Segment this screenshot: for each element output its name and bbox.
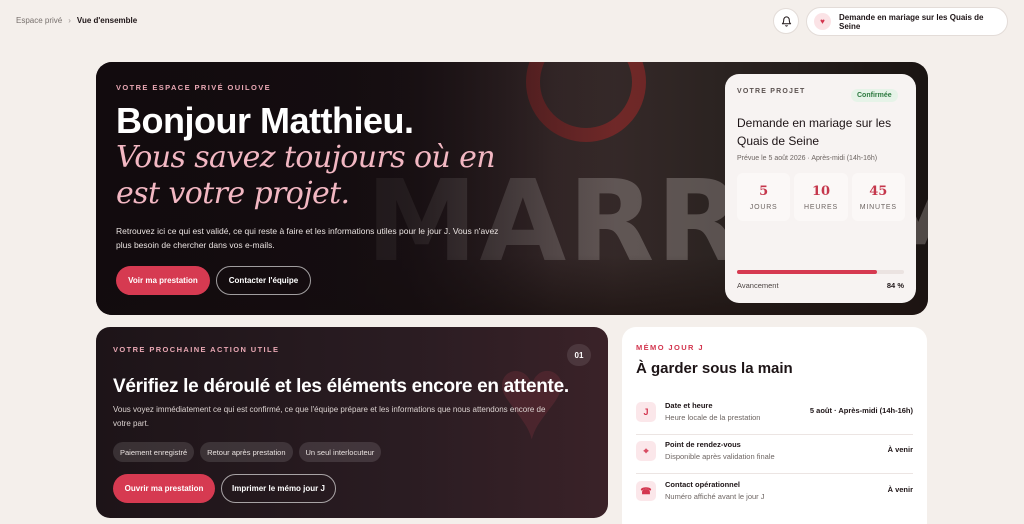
next-action-card: ♥ VOTRE PROCHAINE ACTION UTILE 01 Vérifi… [96,327,608,518]
memo-row-value: À venir [887,445,913,454]
top-bar: Espace privé › Vue d'ensemble ♥ Demande … [0,0,1024,42]
memo-row-sub: Heure locale de la prestation [665,413,761,422]
hero-title: Bonjour Matthieu. [116,100,414,141]
memo-row-contact: ☎ Contact opérationnel Numéro affiché av… [636,478,913,514]
countdown-days-label: JOURS [749,203,778,211]
memo-row-value: À venir [887,485,913,494]
project-card-eyebrow: VOTRE PROJET [737,88,806,95]
project-selector[interactable]: ♥ Demande en mariage sur les Quais de Se… [806,7,1008,36]
notifications-button[interactable] [773,8,799,34]
project-selector-label: Demande en mariage sur les Quais de Sein… [839,12,984,31]
phone-icon: ☎ [636,481,656,501]
countdown-days: 5 JOURS [737,173,791,221]
chip-contact: Un seul interlocuteur [298,442,382,462]
bell-icon [781,15,791,27]
chip-payment: Paiement enregistré [113,442,195,462]
hero-subtitle: Vous savez toujours où en est votre proj… [116,140,496,211]
project-card: VOTRE PROJET Confirmée Demande en mariag… [725,74,916,303]
memo-card: MÉMO JOUR J À garder sous la main J Date… [622,327,927,524]
view-service-button[interactable]: Voir ma prestation [116,266,210,295]
memo-row-label: Date et heure [665,401,713,410]
location-icon: ⌖ [636,441,656,461]
breadcrumb-parent[interactable]: Espace privé [16,16,62,25]
project-date: Prévue le 5 août 2026 · Après-midi (14h-… [737,155,878,162]
progress-value: 84 % [886,281,904,290]
calendar-j-icon: J [636,402,656,422]
progress-label: Avancement [737,281,779,290]
memo-row-label: Contact opérationnel [665,480,741,489]
memo-row-sub: Numéro affiché avant le jour J [665,492,765,501]
countdown: 5 JOURS 10 HEURES 45 MINUTES [737,173,905,221]
memo-title: À garder sous la main [636,360,793,377]
memo-row-meeting-point: ⌖ Point de rendez-vous Disponible après … [636,438,913,474]
next-action-description: Vous voyez immédiatement ce qui est conf… [113,405,546,428]
next-action-chips: Paiement enregistré Retour après prestat… [113,442,382,462]
print-memo-button[interactable]: Imprimer le mémo jour J [221,474,336,503]
memo-eyebrow: MÉMO JOUR J [636,343,704,352]
project-title: Demande en mariage sur les Quais de Sein… [737,116,892,148]
countdown-minutes-label: MINUTES [859,203,897,211]
next-action-title: Vérifiez le déroulé et les éléments enco… [113,376,569,397]
heart-icon: ♥ [814,13,831,30]
next-action-number: 01 [567,344,591,366]
countdown-days-value: 5 [759,183,769,199]
breadcrumb-separator: › [68,16,71,25]
hero-description: Retrouvez ici ce qui est validé, ce qui … [116,226,499,250]
memo-row-date: J Date et heure Heure locale de la prest… [636,399,913,435]
contact-team-button[interactable]: Contacter l'équipe [216,266,311,295]
status-badge: Confirmée [851,89,898,102]
memo-row-label: Point de rendez-vous [665,440,741,449]
countdown-minutes: 45 MINUTES [851,173,905,221]
open-service-button[interactable]: Ouvrir ma prestation [113,474,215,503]
memo-row-value: 5 août · Après-midi (14h-16h) [809,406,913,415]
progress-bar [737,270,904,274]
countdown-minutes-value: 45 [869,183,888,199]
countdown-hours-label: HEURES [804,203,838,211]
breadcrumb-current: Vue d'ensemble [76,16,138,25]
chip-feedback: Retour après prestation [200,442,293,462]
next-action-eyebrow: VOTRE PROCHAINE ACTION UTILE [113,345,280,354]
countdown-hours-value: 10 [811,183,831,199]
memo-row-sub: Disponible après validation finale [665,452,775,461]
progress-bar-fill [737,270,878,274]
breadcrumb: Espace privé › Vue d'ensemble [16,16,137,25]
countdown-hours: 10 HEURES [794,173,848,221]
hero-eyebrow: VOTRE ESPACE PRIVÉ OUILOVE [116,83,272,92]
